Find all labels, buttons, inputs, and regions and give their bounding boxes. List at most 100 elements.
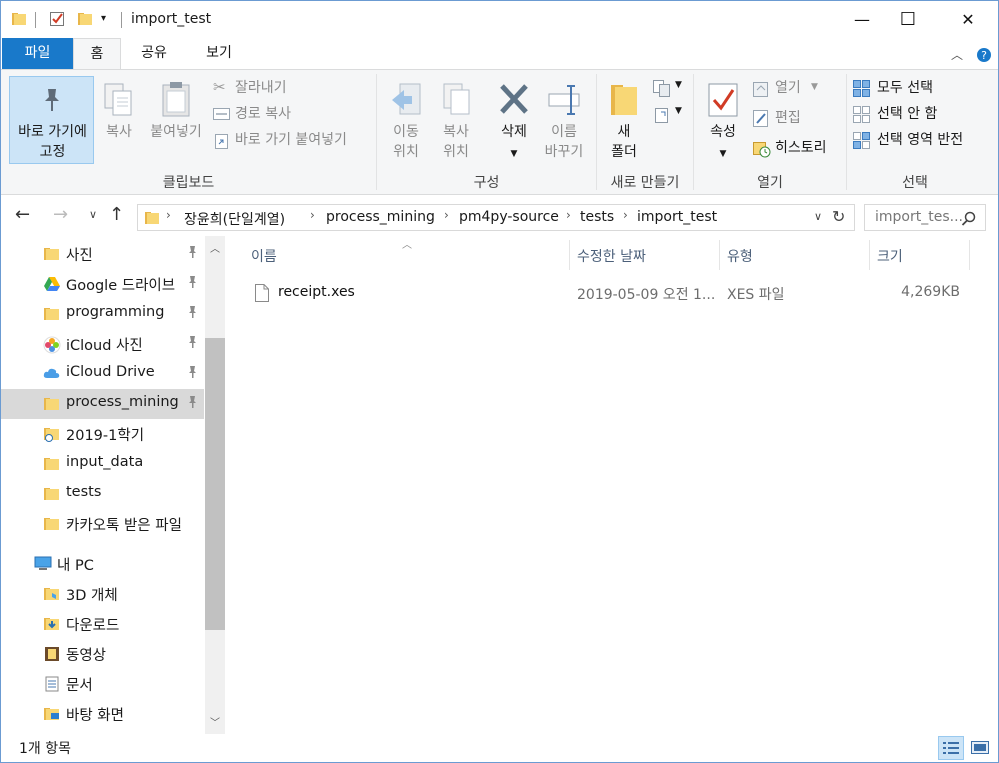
breadcrumb-item-current[interactable]: import_test xyxy=(637,209,717,225)
nav-item[interactable]: Google 드라이브 xyxy=(1,269,204,299)
tab-home[interactable]: 홈 xyxy=(73,38,121,69)
column-header-size[interactable]: 크기 xyxy=(877,246,903,266)
large-icons-view-icon xyxy=(971,741,989,754)
copy-to-button[interactable]: 복사 위치 xyxy=(433,76,479,166)
search-box[interactable]: import_tes... xyxy=(864,204,986,231)
select-all-button[interactable]: 모두 선택 xyxy=(853,78,993,100)
nav-item[interactable]: 내 PC xyxy=(1,549,204,579)
column-header-type[interactable]: 유형 xyxy=(727,246,753,266)
column-divider[interactable] xyxy=(719,240,720,270)
nav-item[interactable]: 문서 xyxy=(1,669,204,699)
breadcrumb-item[interactable]: 장윤희(단일계열) xyxy=(184,209,285,229)
nav-item[interactable]: 3D 개체 xyxy=(1,579,204,609)
open-button[interactable]: 열기 ▼ xyxy=(753,78,833,100)
nav-item[interactable]: iCloud 사진 xyxy=(1,329,204,359)
breadcrumb-separator-icon[interactable]: › xyxy=(166,208,171,222)
maximize-button[interactable]: ☐ xyxy=(885,1,931,38)
address-bar[interactable]: › 장윤희(단일계열) › process_mining › pm4py-sou… xyxy=(137,204,855,231)
column-header-modified[interactable]: 수정한 날짜 xyxy=(577,246,646,266)
copy-button[interactable]: 복사 xyxy=(99,76,139,146)
nav-item[interactable]: programming xyxy=(1,299,204,329)
breadcrumb-separator-icon[interactable]: › xyxy=(310,208,315,222)
details-view-button[interactable] xyxy=(938,736,964,760)
breadcrumb-item[interactable]: tests xyxy=(580,209,614,225)
paste-button[interactable]: 붙여넣기 xyxy=(145,76,207,146)
select-none-button[interactable]: 선택 안 함 xyxy=(853,104,993,126)
pin-icon[interactable] xyxy=(186,305,198,323)
move-to-button[interactable]: 이동 위치 xyxy=(383,76,429,166)
scroll-down-icon[interactable]: ﹀ xyxy=(210,714,220,729)
table-row[interactable]: receipt.xes 2019-05-09 오전 1... XES 파일 4,… xyxy=(246,280,966,306)
delete-dropdown-icon[interactable]: ▼ xyxy=(491,144,537,164)
rename-label-line2: 바꾸기 xyxy=(544,144,584,160)
nav-item[interactable]: 사진 xyxy=(1,239,204,269)
nav-scroll-thumb[interactable] xyxy=(205,338,225,630)
nav-item[interactable]: 카카오톡 받은 파일 xyxy=(1,509,204,539)
back-icon[interactable]: ← xyxy=(15,204,30,225)
pin-icon[interactable] xyxy=(186,275,198,293)
nav-item-label: 문서 xyxy=(66,678,93,694)
breadcrumb-item[interactable]: process_mining xyxy=(326,209,435,225)
help-icon[interactable]: ? xyxy=(976,47,992,63)
pin-icon[interactable] xyxy=(186,335,198,353)
new-group-label: 새로 만들기 xyxy=(610,175,680,191)
copy-path-button[interactable]: 경로 복사 xyxy=(213,104,373,126)
paste-shortcut-button[interactable]: 바로 가기 붙여넣기 xyxy=(213,130,373,152)
properties-button[interactable]: 속성 ▼ xyxy=(701,76,745,166)
refresh-icon[interactable]: ↻ xyxy=(832,207,845,226)
properties-dropdown-icon[interactable]: ▼ xyxy=(701,144,745,164)
pin-icon[interactable] xyxy=(186,395,198,413)
history-button[interactable]: 히스토리 xyxy=(753,138,843,160)
breadcrumb-separator-icon[interactable]: › xyxy=(444,208,449,222)
breadcrumb-separator-icon[interactable]: › xyxy=(623,208,628,222)
new-folder-button[interactable]: 새 폴더 xyxy=(601,76,647,166)
large-icons-view-button[interactable] xyxy=(967,736,993,760)
address-dropdown-icon[interactable]: ∨ xyxy=(814,210,822,223)
pin-icon[interactable] xyxy=(186,365,198,383)
pin-icon[interactable] xyxy=(186,245,198,263)
easy-access-button[interactable]: ▼ xyxy=(653,104,687,126)
column-header-name[interactable]: 이름 xyxy=(251,246,277,266)
nav-item-selected[interactable]: process_mining xyxy=(1,389,204,419)
nav-item[interactable]: iCloud Drive xyxy=(1,359,204,389)
search-icon[interactable] xyxy=(961,211,977,227)
recent-locations-icon[interactable]: ∨ xyxy=(89,208,97,221)
minimize-button[interactable]: — xyxy=(839,1,885,38)
ribbon-home: 바로 가기에 고정 복사 붙여넣기 ✂ 잘라내기 경로 복사 바로 가기 붙여넣… xyxy=(1,69,998,195)
nav-item[interactable]: 바탕 화면 xyxy=(1,699,204,729)
nav-item[interactable]: tests xyxy=(1,479,204,509)
column-divider[interactable] xyxy=(969,240,970,270)
edit-button[interactable]: 편집 xyxy=(753,108,833,130)
properties-quick-icon[interactable] xyxy=(49,11,65,27)
rename-button[interactable]: 이름 바꾸기 xyxy=(539,76,589,166)
pin-quick-access-button[interactable]: 바로 가기에 고정 xyxy=(9,76,94,164)
paste-shortcut-icon xyxy=(215,134,228,149)
breadcrumb-item[interactable]: pm4py-source xyxy=(459,209,559,225)
copy-to-label-line2: 위치 xyxy=(443,144,469,160)
nav-item[interactable]: 다운로드 xyxy=(1,609,204,639)
column-divider[interactable] xyxy=(869,240,870,270)
invert-selection-button[interactable]: 선택 영역 반전 xyxy=(853,130,993,152)
new-item-button[interactable]: ▼ xyxy=(653,78,687,100)
close-icon: ✕ xyxy=(961,10,975,29)
scroll-up-icon[interactable]: ︿ xyxy=(210,240,220,255)
tab-file[interactable]: 파일 xyxy=(2,38,73,69)
column-divider[interactable] xyxy=(569,240,570,270)
file-type: XES 파일 xyxy=(727,287,785,303)
tab-view[interactable]: 보기 xyxy=(191,38,247,69)
delete-button[interactable]: 삭제 ▼ xyxy=(491,76,537,166)
breadcrumb-separator-icon[interactable]: › xyxy=(566,208,571,222)
new-folder-quick-icon[interactable] xyxy=(77,11,93,27)
nav-item[interactable]: 2019-1학기 xyxy=(1,419,204,449)
collapse-ribbon-icon[interactable]: ︿ xyxy=(951,46,963,63)
up-icon[interactable]: ↑ xyxy=(109,204,124,225)
nav-item[interactable]: input_data xyxy=(1,449,204,479)
nav-item[interactable]: 동영상 xyxy=(1,639,204,669)
search-input[interactable]: import_tes... xyxy=(875,209,963,225)
folder-icon[interactable] xyxy=(11,11,27,27)
forward-icon[interactable]: → xyxy=(53,204,68,225)
customize-quick-access-icon[interactable]: ▾ xyxy=(101,13,106,24)
cut-button[interactable]: ✂ 잘라내기 xyxy=(213,78,373,100)
close-button[interactable]: ✕ xyxy=(945,1,991,38)
tab-share[interactable]: 공유 xyxy=(127,38,181,69)
